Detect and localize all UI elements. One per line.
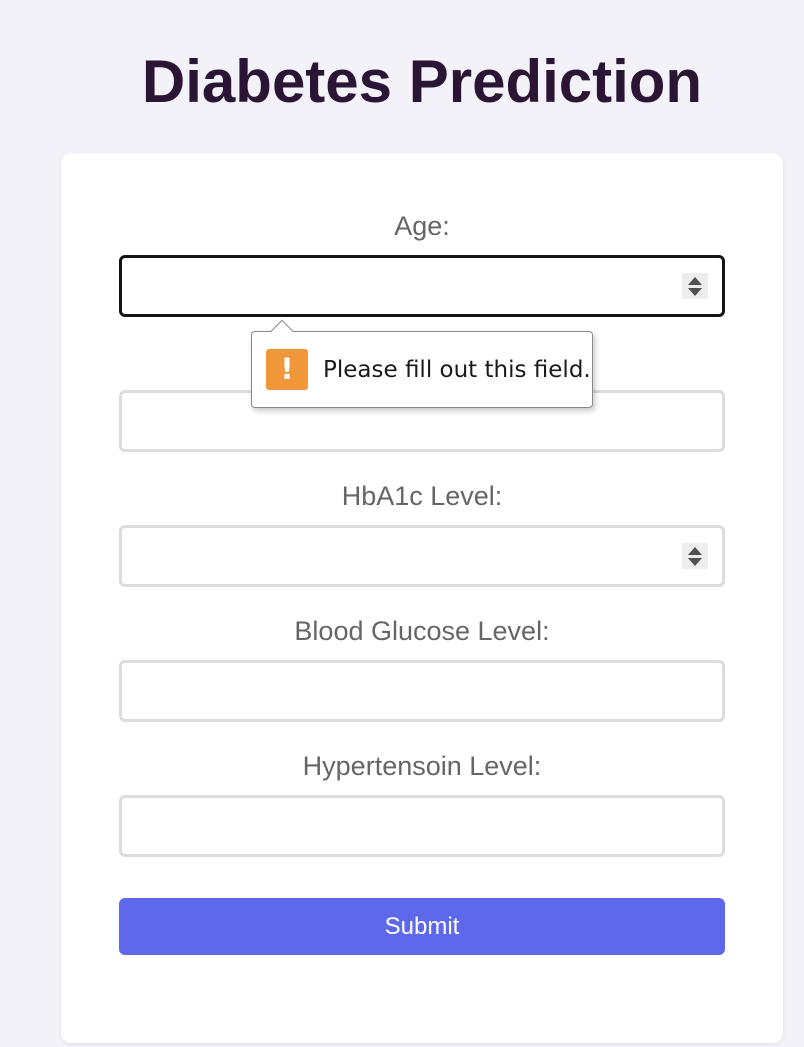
age-spinner[interactable] — [682, 273, 708, 299]
hypertension-input[interactable] — [119, 795, 725, 857]
hba1c-label: HbA1c Level: — [341, 481, 503, 511]
submit-button[interactable]: Submit — [119, 898, 725, 955]
spinner-up-icon[interactable] — [688, 546, 702, 555]
age-input[interactable] — [119, 255, 725, 317]
spinner-down-icon[interactable] — [688, 287, 702, 296]
validation-message: Please fill out this field. — [323, 357, 591, 383]
blood-glucose-input[interactable] — [119, 660, 725, 722]
form-card: Age: HbA1c Level: Blood Glucose Level: H… — [61, 153, 783, 1043]
age-label: Age: — [394, 211, 450, 241]
blood-glucose-label: Blood Glucose Level: — [294, 616, 550, 646]
hypertension-label: Hypertensoin Level: — [302, 751, 542, 781]
validation-tooltip: ! Please fill out this field. — [251, 319, 593, 408]
page-title: Diabetes Prediction — [141, 48, 703, 115]
spinner-down-icon[interactable] — [688, 557, 702, 566]
spinner-up-icon[interactable] — [688, 276, 702, 285]
warning-icon: ! — [266, 349, 308, 390]
hba1c-spinner[interactable] — [682, 543, 708, 569]
hba1c-input[interactable] — [119, 525, 725, 587]
